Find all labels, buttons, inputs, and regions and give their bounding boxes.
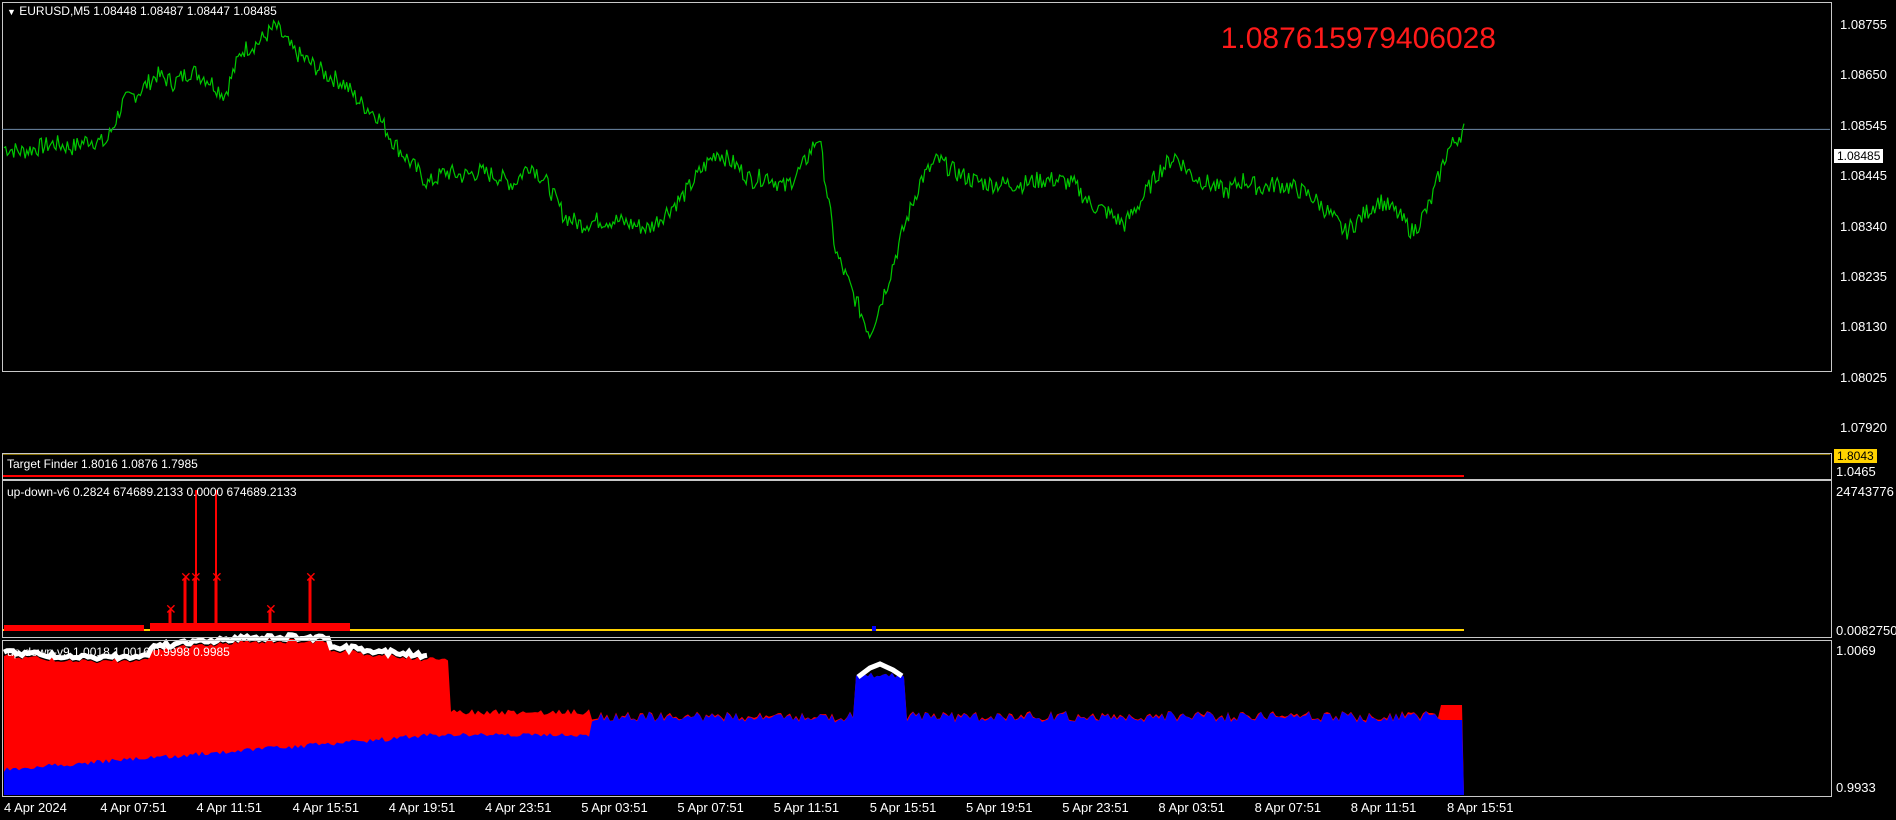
price-series-line: [3, 19, 1465, 340]
updown-v6-pane[interactable]: [2, 480, 1832, 638]
time-tick-label: 4 Apr 07:51: [100, 800, 167, 815]
time-tick-label: 5 Apr 07:51: [677, 800, 744, 815]
price-tick-label: 1.07920: [1840, 420, 1887, 436]
updown-v6-axis-bottom: 0.0082750: [1836, 623, 1896, 638]
updown-v6-title: up-down-v6 0.2824 674689.2133 0.0000 674…: [7, 485, 297, 499]
time-tick-label: 4 Apr 23:51: [485, 800, 552, 815]
time-tick-label: 4 Apr 2024: [4, 800, 67, 815]
target-finder-axis-label: 1.0465: [1836, 464, 1876, 479]
price-tick-label: 1.08235: [1840, 269, 1887, 284]
time-tick-label: 8 Apr 15:51: [1447, 800, 1514, 815]
time-tick-label: 8 Apr 03:51: [1158, 800, 1225, 815]
price-tick-label: 1.08650: [1840, 67, 1887, 83]
target-finder-value-tag: 1.8043: [1834, 449, 1877, 463]
time-tick-label: 5 Apr 11:51: [773, 800, 840, 815]
updown-v9-axis-bottom: 0.9933: [1836, 780, 1876, 795]
price-tick-label: 1.08545: [1840, 117, 1887, 133]
time-tick-label: 8 Apr 07:51: [1254, 800, 1322, 815]
price-tick-label: 1.08755: [1840, 17, 1887, 32]
updown-v9-title: up-down-v9 1.0018 1.0016 0.9998 0.9985: [7, 645, 230, 659]
updown-v6-axis-top: 24743776: [1836, 484, 1894, 499]
price-tick-label: 1.08130: [1840, 319, 1887, 335]
updown-v9-axis-top: 1.0069: [1836, 643, 1876, 658]
time-tick-label: 4 Apr 15:51: [292, 800, 360, 815]
price-tick-label: 1.08025: [1840, 369, 1887, 385]
time-tick-label: 5 Apr 19:51: [966, 800, 1033, 815]
price-tick-label: 1.08445: [1840, 168, 1887, 184]
time-tick-label: 5 Apr 23:51: [1062, 800, 1129, 815]
time-tick-label: 5 Apr 15:51: [869, 800, 937, 815]
time-tick-label: 4 Apr 11:51: [196, 800, 262, 815]
price-tick-label: 1.08340: [1840, 218, 1887, 234]
time-tick-label: 8 Apr 11:51: [1350, 800, 1417, 815]
time-tick-label: 5 Apr 03:51: [581, 800, 648, 815]
current-price-tag: 1.08485: [1834, 149, 1884, 163]
target-finder-title: Target Finder 1.8016 1.0876 1.7985: [7, 457, 198, 471]
target-finder-pane[interactable]: [2, 453, 1832, 480]
time-tick-label: 4 Apr 19:51: [388, 800, 456, 815]
updown-v9-pane[interactable]: [2, 640, 1832, 797]
